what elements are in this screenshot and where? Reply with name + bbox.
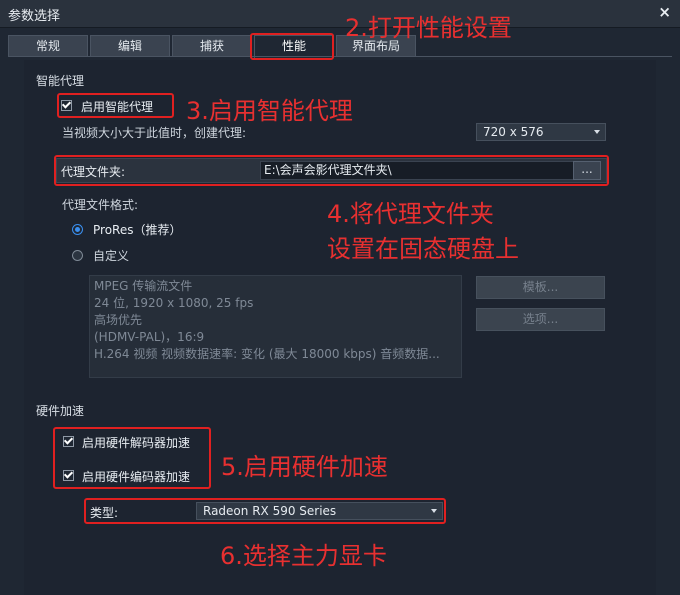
format-detail-line: H.264 视频 视频数据速率: 变化 (最大 18000 kbps) 音频数据…: [94, 347, 440, 361]
proxy-threshold-value: 720 x 576: [483, 125, 544, 139]
format-detail-line: 高场优先: [94, 313, 143, 327]
format-details-box: MPEG 传输流文件 24 位, 1920 x 1080, 25 fps 高场优…: [89, 275, 462, 378]
options-button[interactable]: 选项...: [476, 308, 605, 331]
prores-radio[interactable]: [72, 224, 83, 235]
proxy-threshold-label: 当视频大小大于此值时，创建代理:: [62, 126, 247, 140]
custom-radio[interactable]: [72, 250, 83, 261]
annotation-step-4-line2: 设置在固态硬盘上: [327, 235, 519, 263]
template-button[interactable]: 模板...: [476, 276, 605, 299]
title-bar: 参数选择 ×: [0, 0, 680, 28]
annotation-box-performance-tab: [250, 33, 334, 60]
annotation-step-6: 6.选择主力显卡: [220, 542, 387, 570]
annotation-box-smart-proxy: [57, 93, 174, 118]
annotation-box-gpu-type: [84, 498, 446, 524]
format-detail-line: 24 位, 1920 x 1080, 25 fps: [94, 296, 254, 310]
tab-edit[interactable]: 编辑: [90, 35, 170, 56]
annotation-box-hardware: [53, 427, 211, 489]
tab-capture[interactable]: 捕获: [172, 35, 252, 56]
format-detail-line: MPEG 传输流文件: [94, 279, 193, 293]
annotation-step-2: 2.打开性能设置: [345, 14, 512, 42]
annotation-step-3: 3.启用智能代理: [186, 97, 353, 125]
hardware-section-title: 硬件加速: [36, 404, 85, 418]
annotation-box-proxy-folder: [54, 155, 609, 186]
tab-divider: [8, 56, 672, 57]
close-icon[interactable]: ×: [658, 3, 671, 21]
proxy-threshold-select[interactable]: 720 x 576: [476, 123, 606, 141]
proxy-format-label: 代理文件格式:: [62, 198, 139, 212]
prores-label: ProRes（推荐）: [93, 223, 182, 237]
format-detail-line: (HDMV-PAL)，16:9: [94, 330, 205, 344]
annotation-step-5: 5.启用硬件加速: [221, 453, 388, 481]
chevron-down-icon: [594, 130, 600, 134]
window-title: 参数选择: [8, 9, 61, 24]
smart-proxy-section-title: 智能代理: [36, 74, 85, 88]
annotation-step-4-line1: 4.将代理文件夹: [327, 200, 494, 228]
tab-general[interactable]: 常规: [8, 35, 88, 56]
custom-label: 自定义: [93, 249, 130, 263]
